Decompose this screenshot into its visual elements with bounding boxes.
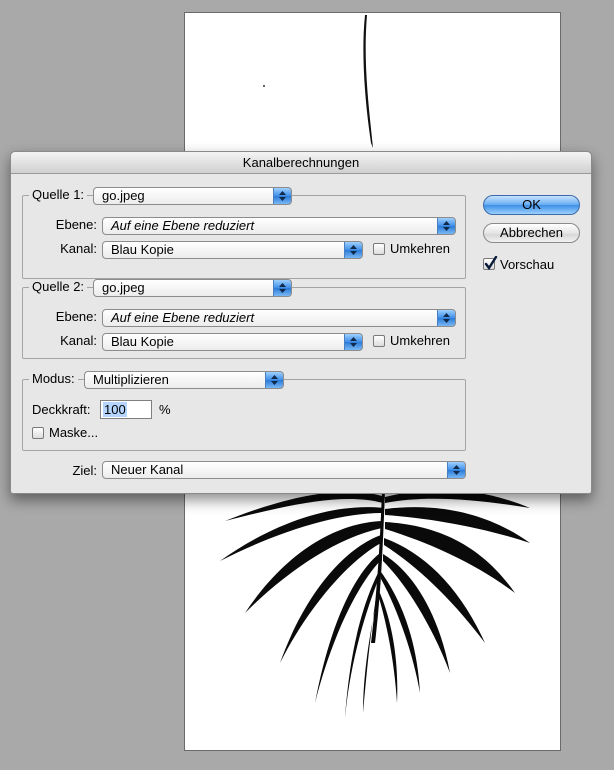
source1-file-value: go.jpeg bbox=[102, 188, 145, 203]
source1-invert-checkbox[interactable] bbox=[373, 243, 385, 255]
popup-arrows-icon bbox=[344, 242, 362, 258]
preview-checkbox[interactable] bbox=[483, 256, 498, 271]
source1-channel-popup[interactable]: Blau Kopie bbox=[102, 241, 363, 259]
source1-layer-popup[interactable]: Auf eine Ebene reduziert bbox=[102, 217, 456, 235]
opacity-label: Deckkraft: bbox=[32, 402, 91, 417]
dialog-title[interactable]: Kanalberechnungen bbox=[11, 152, 591, 174]
target-value: Neuer Kanal bbox=[111, 462, 184, 477]
cancel-button[interactable]: Abbrechen bbox=[483, 223, 580, 243]
preview-label: Vorschau bbox=[500, 257, 555, 272]
popup-arrows-icon bbox=[447, 462, 465, 478]
mode-value: Multiplizieren bbox=[93, 372, 169, 387]
target-label: Ziel: bbox=[72, 463, 97, 478]
source2-channel-label: Kanal: bbox=[60, 333, 97, 348]
source1-layer-label: Ebene: bbox=[55, 217, 97, 232]
popup-arrows-icon bbox=[437, 218, 455, 234]
calculations-dialog: Kanalberechnungen Quelle 1: go.jpeg Eben… bbox=[10, 151, 592, 494]
mask-checkbox[interactable] bbox=[32, 427, 44, 439]
source1-invert-label: Umkehren bbox=[390, 241, 450, 256]
source1-layer-value: Auf eine Ebene reduziert bbox=[111, 218, 255, 233]
source2-file-value: go.jpeg bbox=[102, 280, 145, 295]
popup-arrows-icon bbox=[437, 310, 455, 326]
ok-button[interactable]: OK bbox=[483, 195, 580, 215]
source2-layer-popup[interactable]: Auf eine Ebene reduziert bbox=[102, 309, 456, 327]
source2-invert-checkbox[interactable] bbox=[373, 335, 385, 347]
opacity-unit: % bbox=[159, 402, 171, 417]
source2-layer-label: Ebene: bbox=[55, 309, 97, 324]
source1-file-popup[interactable]: go.jpeg bbox=[93, 187, 292, 205]
source2-channel-popup[interactable]: Blau Kopie bbox=[102, 333, 363, 351]
mask-label: Maske... bbox=[49, 425, 99, 440]
checkmark-icon bbox=[484, 256, 498, 271]
popup-arrows-icon bbox=[265, 372, 283, 388]
source2-invert-label: Umkehren bbox=[390, 333, 450, 348]
source1-group bbox=[22, 195, 466, 279]
popup-arrows-icon bbox=[344, 334, 362, 350]
opacity-input[interactable]: 100 bbox=[100, 400, 152, 419]
source2-layer-value: Auf eine Ebene reduziert bbox=[111, 310, 255, 325]
opacity-value: 100 bbox=[103, 402, 127, 417]
mode-popup[interactable]: Multiplizieren bbox=[84, 371, 284, 389]
mode-label: Modus: bbox=[29, 371, 78, 386]
source1-channel-value: Blau Kopie bbox=[111, 242, 174, 257]
source2-label: Quelle 2: bbox=[29, 279, 88, 294]
popup-arrows-icon bbox=[273, 280, 291, 296]
source2-channel-value: Blau Kopie bbox=[111, 334, 174, 349]
source1-channel-label: Kanal: bbox=[60, 241, 97, 256]
target-popup[interactable]: Neuer Kanal bbox=[102, 461, 466, 479]
source1-label: Quelle 1: bbox=[29, 187, 88, 202]
source2-file-popup[interactable]: go.jpeg bbox=[93, 279, 292, 297]
popup-arrows-icon bbox=[273, 188, 291, 204]
